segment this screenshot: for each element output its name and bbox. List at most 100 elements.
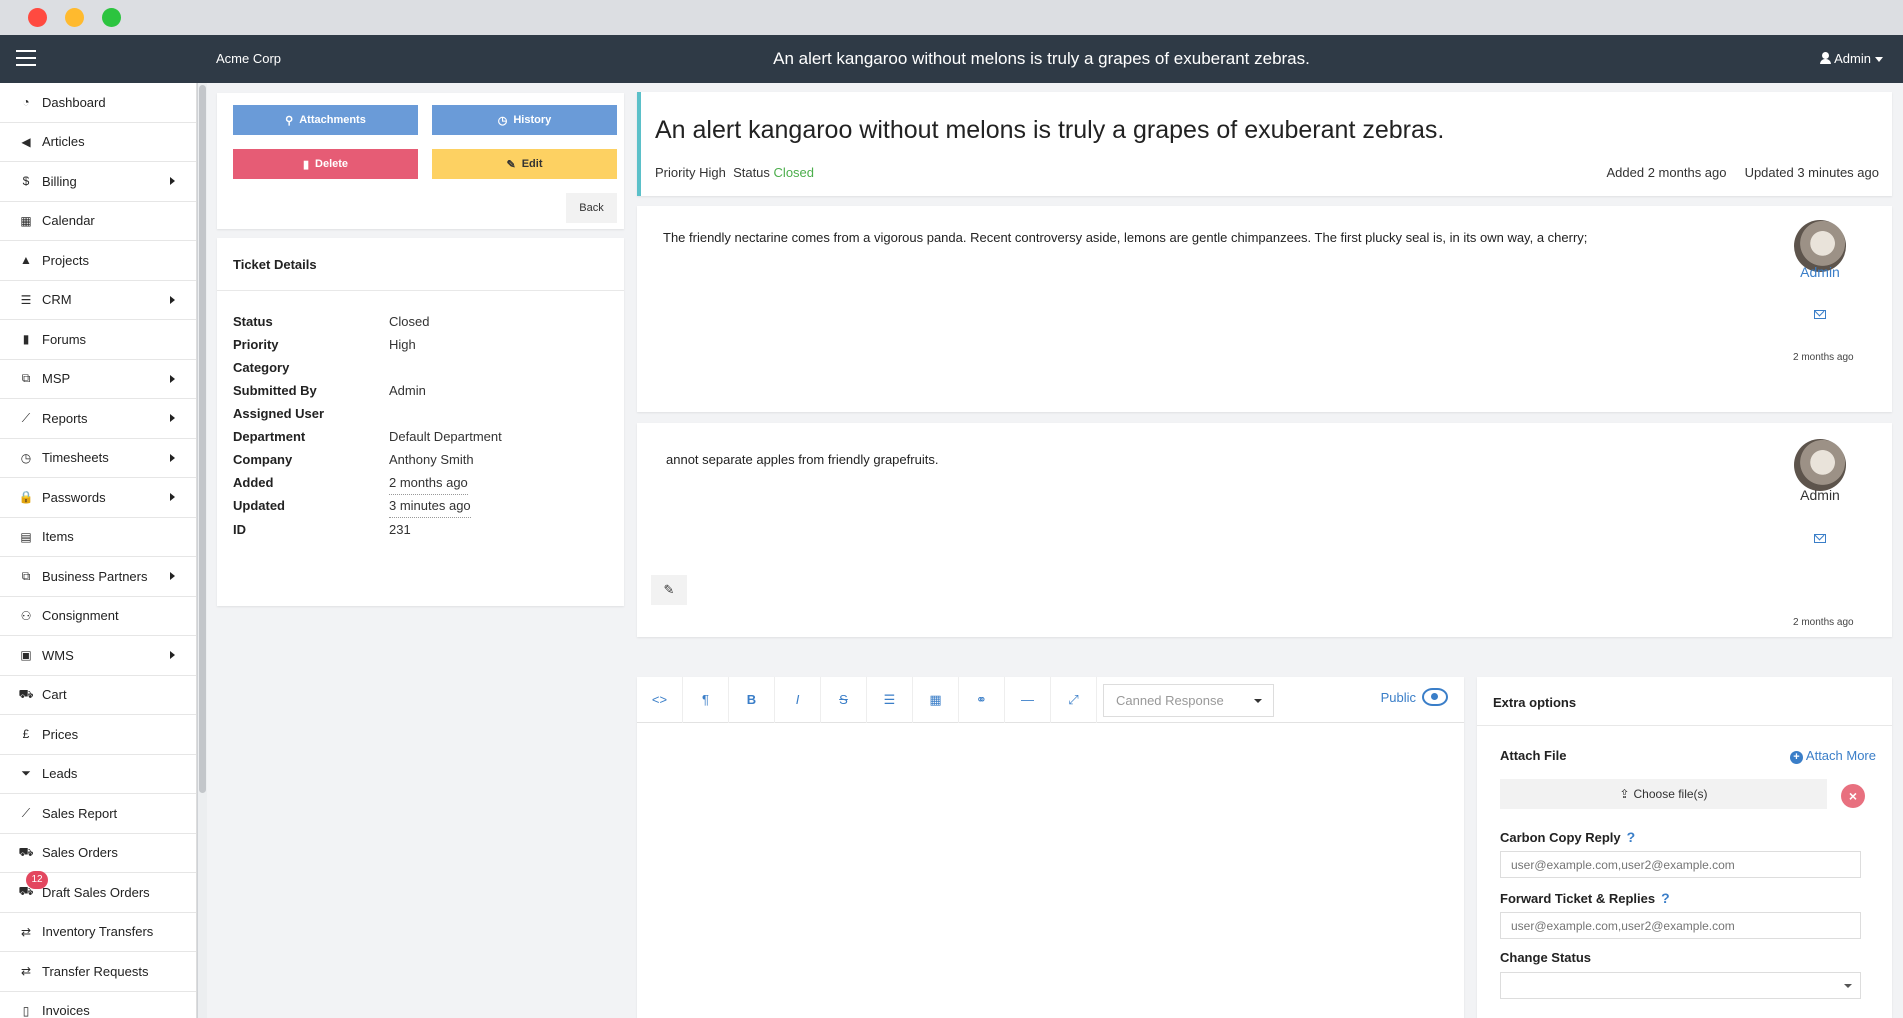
italic-button[interactable]: I	[775, 676, 821, 723]
sidebar-item-articles[interactable]: ◀ Articles	[0, 123, 196, 162]
sidebar-item-dashboard[interactable]: ◔ Dashboard	[0, 83, 196, 123]
sidebar-item-msp[interactable]: ⧉ MSP	[0, 360, 196, 399]
remove-file-button[interactable]: ×	[1841, 784, 1865, 808]
message-author[interactable]: Admin	[1780, 264, 1860, 280]
choose-files-button[interactable]: ⇪ Choose file(s)	[1500, 779, 1827, 809]
caret-down-icon	[1875, 57, 1883, 63]
table-icon: ▦	[929, 691, 942, 707]
exchange-icon: ⇄	[20, 924, 32, 939]
archive-icon: ▤	[20, 529, 32, 544]
cubes-icon: ▣	[20, 648, 32, 663]
cc-input[interactable]	[1500, 851, 1861, 878]
message-time: 2 months ago	[1793, 352, 1854, 363]
strikethrough-button[interactable]: S	[821, 676, 867, 723]
sidebar-item-label: Consignment	[42, 608, 119, 624]
funnel-icon: ⏷	[21, 766, 31, 781]
sidebar-item-forums[interactable]: ▮ Forums	[0, 320, 196, 360]
detail-row: Submitted By Admin	[233, 383, 426, 403]
calendar-icon: ▦	[20, 213, 32, 228]
sidebar-item-wms[interactable]: ▣ WMS	[0, 636, 196, 676]
sidebar-item-crm[interactable]: ☰ CRM	[0, 281, 196, 320]
cc-label: Carbon Copy Reply?	[1500, 829, 1636, 845]
sidebar-item-prices[interactable]: £ Prices	[0, 715, 196, 755]
user-name: Admin	[1834, 51, 1871, 66]
paragraph-button[interactable]: ¶	[683, 676, 729, 723]
sidebar-item-label: Transfer Requests	[42, 963, 149, 979]
ticket-details-card: Ticket Details Status Closed Priority High C…	[217, 238, 624, 606]
sidebar-item-inventory-transfers[interactable]: ⇄ Inventory Transfers	[0, 913, 196, 952]
bullet-list-button[interactable]: ☰	[867, 676, 913, 723]
bold-button[interactable]: B	[729, 676, 775, 723]
message-card: annot separate apples from friendly grap…	[637, 423, 1892, 637]
maximize-window-button[interactable]	[102, 8, 121, 27]
count-badge: 12	[26, 871, 48, 889]
edit-message-button[interactable]: ✎	[651, 575, 687, 605]
sidebar-item-consignment[interactable]: ⚇ Consignment	[0, 597, 196, 636]
sidebar-item-transfer-requests[interactable]: ⇄ Transfer Requests	[0, 952, 196, 992]
message-time: 2 months ago	[1793, 617, 1854, 628]
forward-input[interactable]	[1500, 912, 1861, 939]
attach-more-link[interactable]: + Attach More	[1789, 748, 1876, 764]
sidebar-item-leads[interactable]: ⏷ Leads	[0, 755, 196, 794]
horizontal-rule-button[interactable]: —	[1005, 676, 1051, 723]
ticket-details-title: Ticket Details	[233, 257, 317, 272]
change-status-select[interactable]	[1500, 972, 1861, 999]
visibility-toggle[interactable]: Public	[1381, 688, 1448, 706]
code-icon: <>	[651, 692, 668, 707]
envelope-icon[interactable]	[1814, 534, 1826, 543]
editor-toolbar: <> ¶ B I S ☰ ▦ ⚭ — ⤢ Canned Response Pub…	[637, 676, 1464, 723]
delete-button[interactable]: ▮ Delete	[233, 149, 418, 179]
sidebar-item-billing[interactable]: $ Billing	[0, 162, 196, 202]
caret-right-icon	[170, 295, 175, 304]
sidebar-item-reports[interactable]: ⟋ Reports	[0, 399, 196, 439]
link-button[interactable]: ⚭	[959, 676, 1005, 723]
edit-button[interactable]: ✎ Edit	[432, 149, 617, 179]
sidebar-item-items[interactable]: ▤ Items	[0, 518, 196, 557]
sidebar-scroll-thumb[interactable]	[199, 85, 206, 793]
detail-row: Status Closed	[233, 314, 429, 334]
caret-down-icon	[1254, 699, 1262, 703]
detail-label: Priority	[233, 337, 279, 352]
message-author: Admin	[1800, 487, 1840, 503]
sidebar-item-sales-report[interactable]: ⟋ Sales Report	[0, 794, 196, 834]
envelope-icon[interactable]	[1814, 310, 1826, 319]
help-icon[interactable]: ?	[1661, 890, 1670, 906]
attachments-button[interactable]: ⚲ Attachments	[233, 105, 418, 135]
user-menu[interactable]: Admin	[1820, 51, 1883, 66]
caret-right-icon	[170, 453, 175, 462]
sidebar-item-sales-orders[interactable]: ⛟ Sales Orders	[0, 834, 196, 873]
code-view-button[interactable]: <>	[637, 676, 683, 723]
paragraph-icon: ¶	[702, 692, 709, 707]
visibility-label: Public	[1380, 689, 1416, 705]
bullhorn-icon: ◀	[21, 134, 31, 149]
sidebar-item-business-partners[interactable]: ⧉ Business Partners	[0, 557, 196, 597]
sidebar-item-label: Dashboard	[42, 94, 106, 110]
detail-value: Admin	[389, 383, 426, 398]
fullscreen-button[interactable]: ⤢	[1051, 676, 1097, 723]
extra-options-title: Extra options	[1493, 695, 1577, 710]
history-button[interactable]: ◷ History	[432, 105, 617, 135]
sidebar-item-label: MSP	[42, 371, 71, 387]
message-text: annot separate apples from friendly grap…	[666, 452, 939, 467]
sidebar-item-draft-sales-orders[interactable]: ⛟ Draft Sales Orders 12	[0, 871, 196, 913]
sidebar-item-projects[interactable]: ▲ Projects	[0, 241, 196, 281]
detail-row: Priority High	[233, 337, 416, 357]
sidebar-item-invoices[interactable]: ▯ Invoices	[0, 992, 196, 1018]
detail-row: Assigned User	[233, 406, 389, 426]
close-window-button[interactable]	[28, 8, 47, 27]
minimize-window-button[interactable]	[65, 8, 84, 27]
editor-body[interactable]	[637, 724, 1464, 1018]
sidebar-item-passwords[interactable]: 🔒 Passwords	[0, 478, 196, 518]
sidebar-item-label: WMS	[42, 647, 74, 663]
help-icon[interactable]: ?	[1627, 829, 1636, 845]
sidebar-item-timesheets[interactable]: ◷ Timesheets	[0, 439, 196, 478]
back-button[interactable]: Back	[566, 193, 617, 223]
exchange-icon: ⇄	[20, 964, 32, 979]
table-button[interactable]: ▦	[913, 676, 959, 723]
sidebar-scrollbar[interactable]	[198, 83, 207, 1018]
canned-response-select[interactable]: Canned Response	[1103, 684, 1274, 717]
sidebar-item-calendar[interactable]: ▦ Calendar	[0, 202, 196, 241]
message-text: The friendly nectarine comes from a vigo…	[663, 230, 1588, 245]
book-icon: ▮	[22, 332, 30, 347]
sidebar-item-cart[interactable]: ⛟ Cart	[0, 676, 196, 715]
